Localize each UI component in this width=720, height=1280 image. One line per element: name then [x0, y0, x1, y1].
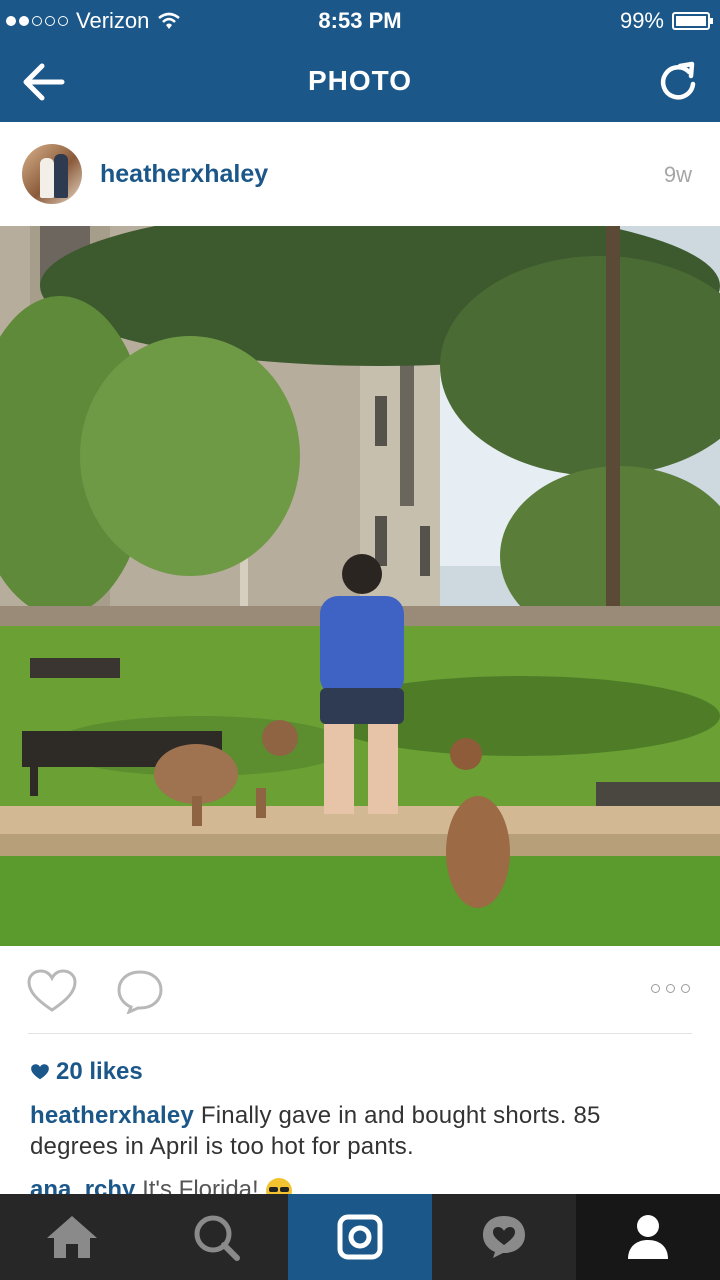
comment-bubble-icon[interactable]	[114, 968, 166, 1014]
tab-profile[interactable]	[576, 1194, 720, 1280]
caption-username[interactable]: heatherxhaley	[30, 1102, 194, 1129]
battery-icon	[672, 12, 713, 30]
refresh-icon[interactable]	[654, 58, 702, 106]
like-heart-icon[interactable]	[26, 968, 78, 1014]
camera-icon	[337, 1214, 383, 1260]
post-age: 9w	[663, 162, 692, 187]
post-photo-image	[0, 226, 720, 946]
profile-icon	[628, 1215, 668, 1259]
likes-count[interactable]: 20 likes	[30, 1058, 143, 1086]
activity-icon	[483, 1216, 525, 1258]
status-time: 8:53 PM	[318, 8, 402, 33]
tab-home[interactable]	[0, 1194, 144, 1280]
tab-bar	[0, 1194, 720, 1280]
avatar[interactable]	[22, 144, 82, 204]
post-header: heatherxhaley 9w	[0, 122, 720, 226]
post-caption: heatherxhaley Finally gave in and bought…	[30, 1100, 690, 1162]
likes-label: 20 likes	[56, 1058, 143, 1085]
tab-activity[interactable]	[432, 1194, 576, 1280]
home-icon	[47, 1216, 97, 1258]
post-actions	[0, 946, 720, 1034]
battery-percent: 99%	[619, 8, 664, 33]
status-bar: Verizon 8:53 PM 99%	[0, 0, 720, 40]
tab-camera[interactable]	[288, 1194, 432, 1280]
post-username[interactable]: heatherxhaley	[100, 160, 268, 189]
likes-heart-icon	[31, 1064, 49, 1080]
tab-search[interactable]	[144, 1194, 288, 1280]
nav-bar: PHOTO	[0, 40, 720, 122]
post-photo[interactable]	[0, 226, 720, 946]
search-icon	[194, 1215, 240, 1261]
more-options-icon[interactable]	[651, 984, 690, 993]
page-title: PHOTO	[307, 65, 413, 96]
divider	[28, 1033, 692, 1034]
